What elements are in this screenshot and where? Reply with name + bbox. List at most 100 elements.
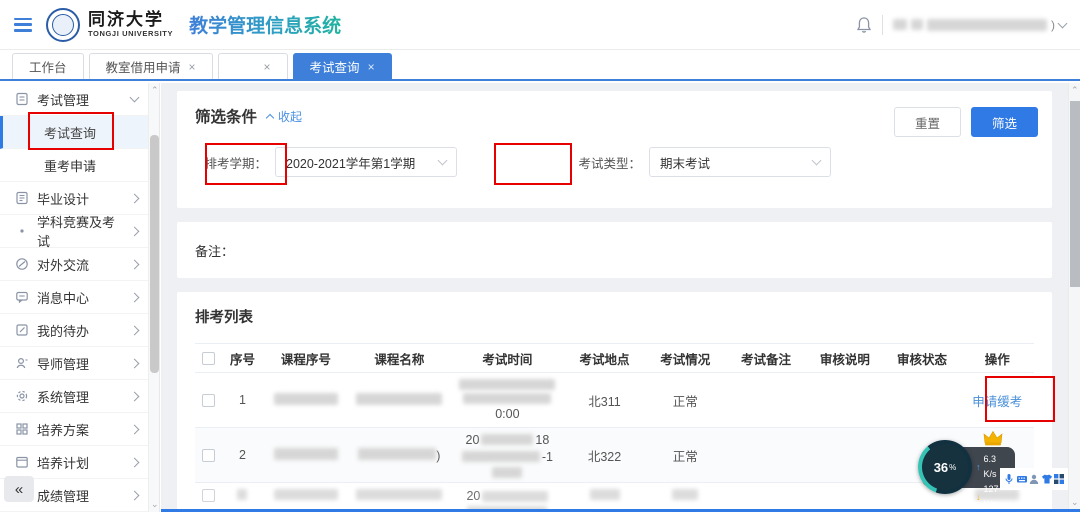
row-checkbox[interactable]: [201, 393, 215, 407]
chevron-right-icon: [129, 424, 140, 434]
select-all-checkbox[interactable]: [201, 351, 215, 365]
progress-ring[interactable]: 36%: [918, 440, 972, 494]
cell-condition: 正常: [672, 394, 698, 409]
exam-type-field-label: 考试类型：: [578, 156, 641, 171]
redacted-course-no: [273, 392, 338, 405]
col-exam-location: 考试地点: [579, 352, 630, 367]
exam-doc-icon: [14, 92, 29, 107]
tab-exam-query[interactable]: 考试查询 ×: [292, 53, 392, 79]
tab-workbench[interactable]: 工作台: [12, 53, 84, 79]
toolbox-grid-icon[interactable]: [1053, 473, 1065, 485]
sidebar-item-external-exchange[interactable]: 对外交流: [0, 248, 148, 281]
chevron-right-icon: [129, 358, 140, 368]
sidebar-item-label: 消息中心: [37, 290, 90, 306]
sidebar-nav: 考试管理 考试查询 重考申请 毕业设计 学科竞赛及考试 对外交流 消息中心 我的…: [0, 83, 160, 512]
scroll-up-icon[interactable]: ⌃: [1071, 85, 1079, 96]
sidebar-scrollbar[interactable]: ⌃ ⌄: [148, 83, 159, 512]
university-seal-icon: [46, 7, 80, 42]
redacted-user-text: [927, 18, 1047, 31]
cell-seq: 2: [238, 448, 246, 462]
close-icon[interactable]: ×: [368, 60, 375, 74]
page-title: 教学管理信息系统: [189, 11, 341, 38]
col-exam-condition: 考试情况: [660, 352, 711, 367]
tab-empty[interactable]: ×: [217, 53, 288, 79]
redacted-course-name: [356, 489, 443, 500]
notification-bell-icon[interactable]: [856, 16, 872, 34]
semester-select[interactable]: 2020-2021学年第1学期: [275, 147, 457, 177]
user-label-suffix: ): [1051, 17, 1055, 32]
todo-pencil-icon: [14, 323, 29, 338]
chevron-right-icon: [129, 325, 140, 335]
time-visible-text: -1: [541, 449, 553, 464]
filter-title: 筛选条件: [195, 109, 258, 126]
reset-button-label: 重置: [914, 116, 940, 131]
sidebar-item-message-center[interactable]: 消息中心: [0, 281, 148, 314]
scroll-down-icon[interactable]: ⌄: [1071, 497, 1079, 508]
time-visible-text: 20: [465, 432, 480, 447]
redacted-course-name: [356, 392, 443, 405]
chevron-right-icon: [129, 490, 140, 500]
chevron-down-icon: [811, 155, 822, 166]
row-checkbox[interactable]: [201, 489, 215, 502]
sidebar-collapse-button[interactable]: «: [4, 476, 34, 502]
sidebar-item-graduation-design[interactable]: 毕业设计: [0, 182, 148, 215]
skin-shirt-icon[interactable]: [1041, 473, 1053, 485]
sidebar-item-system-management[interactable]: 系统管理: [0, 380, 148, 413]
redacted-time: [461, 451, 540, 462]
sidebar-item-label: 系统管理: [37, 389, 90, 405]
col-review-explain: 审核说明: [819, 352, 870, 367]
ime-toolbar: [1000, 468, 1068, 490]
sidebar-item-competitions-exams[interactable]: 学科竞赛及考试: [0, 215, 148, 249]
app-window: 同济大学 TONGJI UNIVERSITY 教学管理信息系统 ) 工作台 教室…: [0, 0, 1080, 512]
chevron-right-icon: [129, 457, 140, 467]
chevron-right-icon: [129, 193, 140, 203]
sidebar-item-exam-query[interactable]: 考试查询: [0, 116, 148, 149]
filter-card: 筛选条件 收起 重置 筛选 排考学期： 2020-2021学年第1学期 考试类型…: [177, 91, 1052, 208]
table-row: 20: [195, 483, 1034, 512]
remark-card: 备注：: [177, 222, 1052, 278]
user-account-menu[interactable]: ): [893, 17, 1068, 32]
cell-course-name: ): [348, 447, 451, 463]
redacted-time-line: [463, 393, 552, 404]
sidebar-item-my-todo[interactable]: 我的待办: [0, 314, 148, 347]
design-doc-icon: [14, 191, 29, 206]
keyboard-icon[interactable]: [1016, 473, 1028, 485]
person-icon[interactable]: [1028, 473, 1040, 485]
progress-percent: 36: [933, 459, 949, 475]
sidebar-item-mentor-management[interactable]: 导师管理: [0, 347, 148, 380]
reset-button[interactable]: 重置: [893, 107, 961, 137]
close-icon[interactable]: ×: [189, 60, 196, 74]
sidebar-item-training-program[interactable]: 培养方案: [0, 413, 148, 446]
microphone-icon[interactable]: [1003, 473, 1015, 485]
scroll-down-icon[interactable]: ⌄: [151, 499, 159, 510]
scrollbar-thumb[interactable]: [1070, 101, 1080, 287]
cell-location: 北311: [588, 394, 621, 409]
scroll-up-icon[interactable]: ⌃: [151, 85, 159, 96]
exam-type-select[interactable]: 期末考试: [649, 147, 831, 177]
time-visible-text: 0:00: [495, 407, 520, 421]
redacted-time: [482, 490, 549, 502]
filter-collapse-link[interactable]: 收起: [265, 108, 302, 125]
apply-deferred-exam-link[interactable]: 申请缓考: [972, 395, 1022, 409]
redacted-time: [481, 434, 534, 445]
row-checkbox[interactable]: [201, 448, 215, 462]
page-scrollbar[interactable]: ⌃ ⌄: [1068, 83, 1080, 512]
hamburger-menu-icon[interactable]: [14, 17, 32, 32]
sidebar-item-label: 我的待办: [37, 323, 90, 339]
col-exam-time: 考试时间: [482, 352, 533, 367]
person-icon: [14, 356, 29, 371]
col-course-name: 课程名称: [374, 352, 425, 367]
filter-submit-button[interactable]: 筛选: [970, 107, 1038, 137]
sidebar-item-exam-management[interactable]: 考试管理: [0, 83, 148, 116]
university-logo: 同济大学 TONGJI UNIVERSITY: [46, 7, 173, 42]
collapse-icon: «: [14, 480, 24, 498]
sidebar-item-retake-apply[interactable]: 重考申请: [0, 149, 148, 182]
course-name-suffix: ): [436, 448, 441, 463]
chevron-right-icon: [129, 391, 140, 401]
tab-classroom-borrow[interactable]: 教室借用申请 ×: [88, 53, 213, 79]
sidebar-item-training-plan[interactable]: 培养计划: [0, 446, 148, 479]
sidebar-item-label: 培养计划: [37, 455, 90, 471]
scrollbar-thumb[interactable]: [150, 135, 159, 373]
close-icon[interactable]: ×: [264, 60, 271, 74]
open-tabs-bar: 工作台 教室借用申请 × × 考试查询 ×: [0, 50, 1080, 81]
